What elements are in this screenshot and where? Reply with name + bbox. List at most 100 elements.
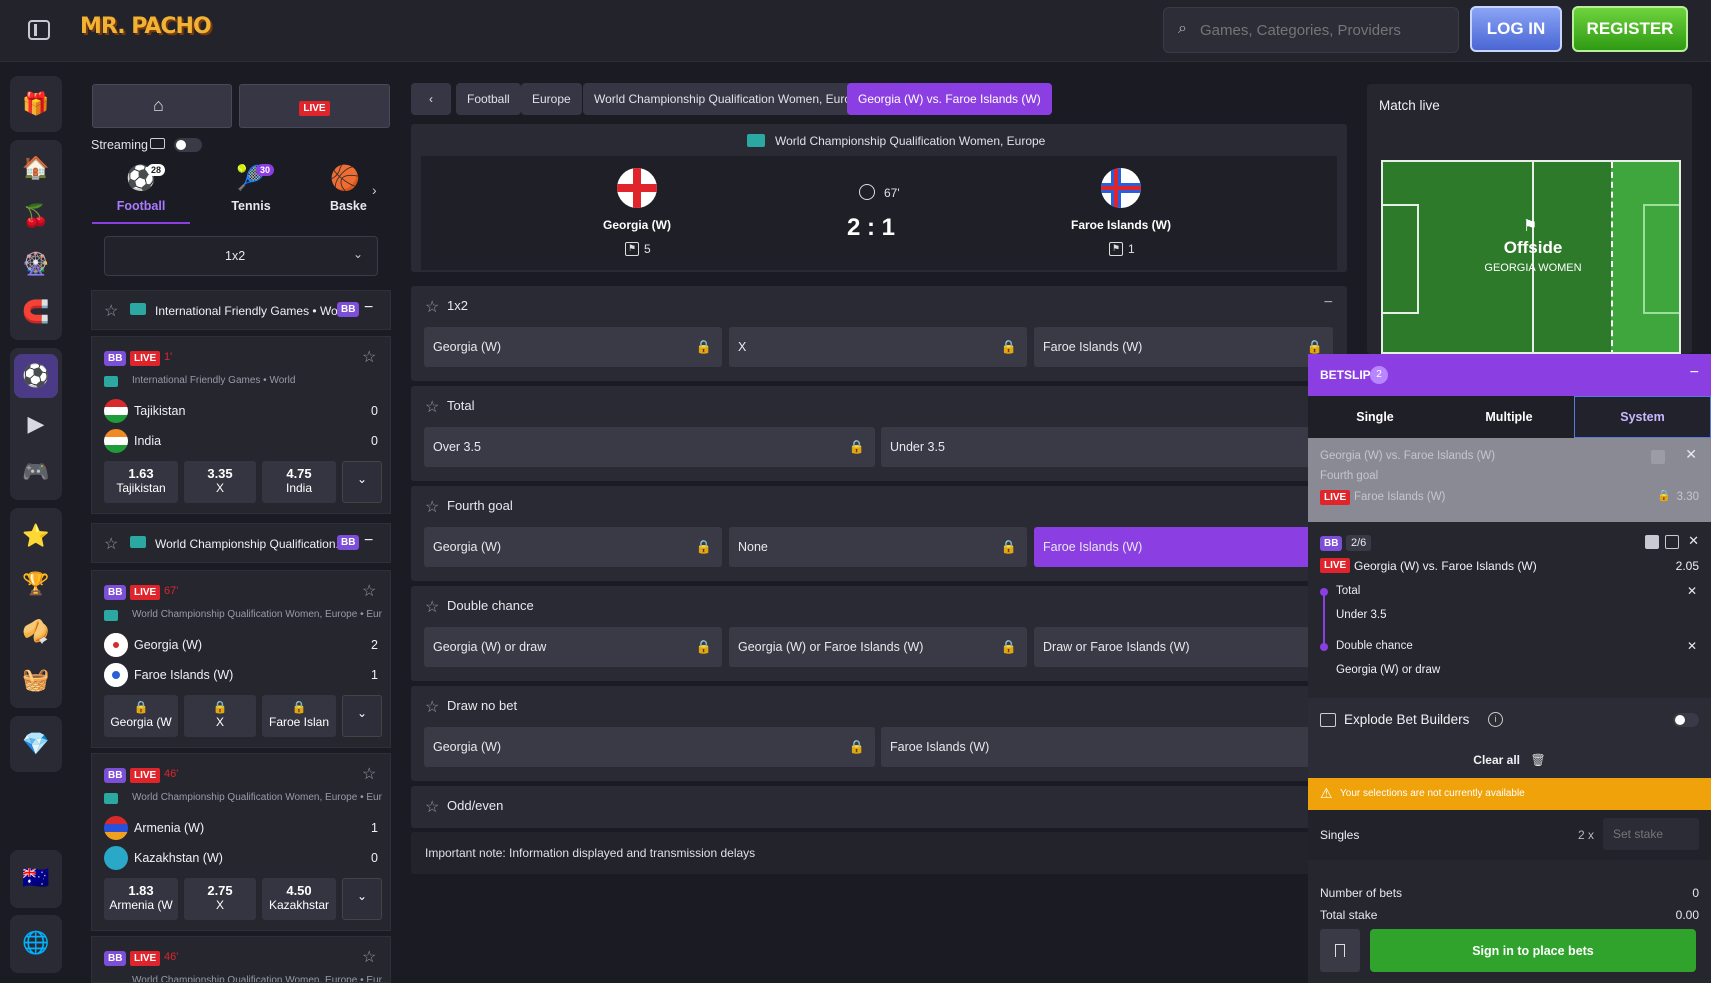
match-card[interactable]: BB LIVE 67' ☆ World Championship Qualifi…	[91, 570, 391, 748]
close-icon[interactable]: ✕	[1688, 533, 1699, 549]
login-button[interactable]: LOG IN	[1470, 6, 1562, 52]
more-markets-button[interactable]: ⌄	[342, 461, 382, 503]
back-button[interactable]: ‹	[411, 83, 451, 115]
star-icon[interactable]: ☆	[362, 347, 376, 367]
selection[interactable]: Faroe Islands (W)	[881, 727, 1333, 767]
star-icon[interactable]: ☆	[104, 301, 118, 321]
stake-input[interactable]	[1603, 818, 1699, 850]
diamond-icon[interactable]: 💎	[14, 722, 58, 766]
sidebar-toggle-icon[interactable]	[28, 20, 50, 40]
close-icon[interactable]: ✕	[1685, 446, 1697, 463]
selection-locked[interactable]: Georgia (W) or draw 🔒	[424, 627, 722, 667]
tab-multiple[interactable]: Multiple	[1442, 396, 1576, 438]
collapse-icon[interactable]: −	[364, 299, 373, 317]
checkbox-icon[interactable]	[1651, 450, 1665, 464]
star-icon[interactable]: ☆	[425, 397, 439, 417]
odds-button-locked[interactable]: 🔒 X	[184, 695, 256, 737]
breadcrumb-item[interactable]: Europe	[521, 83, 582, 115]
match-card[interactable]: BB LIVE 46' ☆ World Championship Qualifi…	[91, 936, 391, 983]
odds-button[interactable]: 4.75 India	[262, 461, 336, 503]
selection-locked[interactable]: Georgia (W) 🔒	[424, 327, 722, 367]
fortune-cookie-icon[interactable]: 🥠	[14, 610, 58, 654]
league-header[interactable]: ☆ International Friendly Games • Wo... B…	[91, 290, 391, 330]
star-icon[interactable]: ☆	[362, 581, 376, 601]
odds-button[interactable]: 4.50 Kazakhstar	[262, 878, 336, 920]
match-card[interactable]: BB LIVE 1' ☆ International Friendly Game…	[91, 336, 391, 514]
selection[interactable]: Draw or Faroe Islands (W)	[1034, 627, 1333, 667]
globe-button[interactable]: 🌐	[10, 915, 62, 973]
collapse-icon[interactable]: −	[1324, 294, 1333, 312]
selection-locked[interactable]: None 🔒	[729, 527, 1027, 567]
more-markets-button[interactable]: ⌄	[342, 695, 382, 737]
bet-builder-item[interactable]: BB 2/6 ✕ LIVE Georgia (W) vs. Faroe Isla…	[1308, 526, 1711, 696]
star-icon[interactable]: ☆	[362, 764, 376, 784]
breadcrumb-item[interactable]: World Championship Qualification Women, …	[583, 83, 876, 115]
gamepad-icon[interactable]: 🎮	[14, 450, 58, 494]
cherries-icon[interactable]: 🍒	[14, 194, 58, 238]
bookmark-button[interactable]	[1320, 929, 1360, 972]
play-icon[interactable]: ▶	[14, 402, 58, 446]
selection-selected[interactable]: Faroe Islands (W)	[1034, 527, 1333, 567]
sport-tab-football[interactable]: ⚽ 28 Football	[92, 160, 190, 224]
register-button[interactable]: REGISTER	[1572, 6, 1688, 52]
match-card[interactable]: BB LIVE 46' ☆ World Championship Qualifi…	[91, 753, 391, 931]
odds-button[interactable]: 1.63 Tajikistan	[104, 461, 178, 503]
league-header[interactable]: ☆ World Championship Qualification... BB…	[91, 523, 391, 563]
gift-icon[interactable]: 🎁	[14, 82, 58, 126]
star-icon[interactable]: ☆	[362, 947, 376, 967]
selection-locked[interactable]: Georgia (W) 🔒	[424, 527, 722, 567]
trophy-icon[interactable]: 🏆	[14, 562, 58, 606]
live-button[interactable]: LIVE	[239, 84, 390, 128]
sports-ball-icon[interactable]: ⚽	[14, 354, 58, 398]
roulette-icon[interactable]: 🎡	[14, 242, 58, 286]
brand-logo[interactable]: MR. PACHO	[80, 8, 212, 54]
info-icon[interactable]: i	[1488, 712, 1503, 727]
market-select[interactable]: 1x2 ⌄	[104, 236, 378, 276]
search-box[interactable]: ⌕	[1163, 7, 1459, 53]
streaming-toggle[interactable]	[174, 138, 202, 152]
bet-item-unavailable[interactable]: Georgia (W) vs. Faroe Islands (W) Fourth…	[1308, 438, 1711, 522]
box-icon[interactable]	[1665, 535, 1679, 549]
home-button[interactable]: ⌂	[92, 84, 232, 128]
tab-single[interactable]: Single	[1308, 396, 1442, 438]
selection[interactable]: Under 3.5	[881, 427, 1333, 467]
sign-in-button[interactable]: Sign in to place bets	[1370, 929, 1696, 972]
selection-locked[interactable]: Georgia (W) or Faroe Islands (W) 🔒	[729, 627, 1027, 667]
odds-button[interactable]: 3.35 X	[184, 461, 256, 503]
selection-locked[interactable]: Georgia (W) 🔒	[424, 727, 875, 767]
star-icon[interactable]: ☆	[425, 697, 439, 717]
tab-system[interactable]: System	[1574, 396, 1711, 438]
selection-locked[interactable]: Faroe Islands (W) 🔒	[1034, 327, 1333, 367]
sport-tab-tennis[interactable]: 🎾 30 Tennis	[202, 160, 300, 224]
magnet-icon[interactable]: 🧲	[14, 290, 58, 334]
collapse-icon[interactable]: −	[364, 532, 373, 550]
close-icon[interactable]: ✕	[1687, 584, 1697, 598]
star-icon[interactable]: ☆	[425, 597, 439, 617]
breadcrumb-item[interactable]: Football	[456, 83, 521, 115]
close-icon[interactable]: ✕	[1687, 639, 1697, 653]
search-input[interactable]	[1200, 18, 1450, 42]
minimize-icon[interactable]: −	[1690, 364, 1699, 382]
selection-locked[interactable]: X 🔒	[729, 327, 1027, 367]
betslip-header[interactable]: BETSLIP 2 −	[1308, 354, 1711, 396]
home-icon[interactable]: 🏠	[14, 146, 58, 190]
sports-scroll-right-icon[interactable]: ›	[372, 182, 377, 198]
market-odd-even[interactable]: ☆ Odd/even	[411, 786, 1347, 828]
language-flag-button[interactable]: 🇦🇺	[10, 850, 62, 908]
star-icon[interactable]: ☆	[425, 797, 439, 817]
odds-button-locked[interactable]: 🔒 Georgia (W	[104, 695, 178, 737]
star-icon[interactable]: ☆	[104, 534, 118, 554]
shop-basket-icon[interactable]: 🧺	[14, 658, 58, 702]
clear-all-button[interactable]: Clear all 🗑	[1308, 742, 1711, 778]
selection-locked[interactable]: Over 3.5 🔒	[424, 427, 875, 467]
star-badge-icon[interactable]: ⭐	[14, 514, 58, 558]
more-markets-button[interactable]: ⌄	[342, 878, 382, 920]
sport-tab-basketball[interactable]: 🏀 Baske	[330, 160, 368, 224]
odds-button[interactable]: 1.83 Armenia (W	[104, 878, 178, 920]
odds-button-locked[interactable]: 🔒 Faroe Islan	[262, 695, 336, 737]
minus-box-icon[interactable]	[1645, 535, 1659, 549]
star-icon[interactable]: ☆	[425, 497, 439, 517]
breadcrumb-item-current[interactable]: Georgia (W) vs. Faroe Islands (W)	[847, 83, 1052, 115]
explode-toggle[interactable]	[1673, 713, 1699, 727]
star-icon[interactable]: ☆	[425, 297, 439, 317]
